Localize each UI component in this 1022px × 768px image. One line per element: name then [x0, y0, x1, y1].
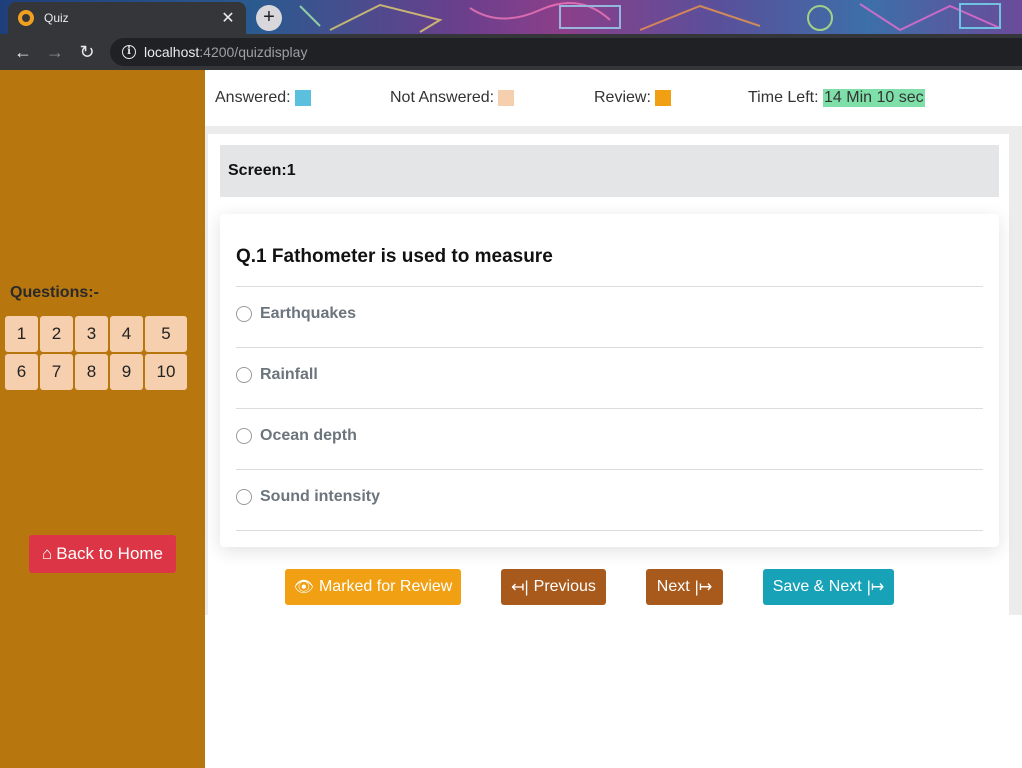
question-card: Q.1 Fathometer is used to measure Earthq…	[220, 214, 999, 547]
previous-label: Previous	[533, 578, 596, 595]
option-label: Earthquakes	[260, 305, 357, 322]
question-button-6[interactable]: 6	[5, 354, 38, 390]
radio-button[interactable]	[236, 489, 252, 505]
quiz-panel: Screen:1 Q.1 Fathometer is used to measu…	[208, 134, 1009, 615]
address-bar[interactable]: i localhost :4200/quizdisplay	[110, 38, 1022, 66]
sidebar: Questions:- 1 2 3 4 5 6 7 8 9 10 ⌂ Back …	[0, 70, 205, 768]
reload-icon[interactable]: ↻	[74, 39, 100, 65]
review-swatch	[654, 90, 671, 106]
divider	[236, 469, 983, 470]
back-to-home-button[interactable]: ⌂ Back to Home	[29, 535, 176, 573]
site-info-icon[interactable]: i	[122, 45, 136, 59]
status-legend: Answered: Not Answered: Review: Time Lef…	[205, 70, 1022, 126]
question-button-9[interactable]: 9	[110, 354, 143, 390]
screen-label: Screen:1	[220, 145, 999, 197]
question-button-2[interactable]: 2	[40, 316, 73, 352]
option-earthquakes[interactable]: Earthquakes	[236, 305, 356, 323]
next-label: Next	[656, 578, 690, 595]
legend-timer: Time Left: 14 Min 10 sec	[748, 89, 925, 107]
radio-button[interactable]	[236, 367, 252, 383]
eye-icon: 👁	[293, 579, 314, 596]
new-tab-button[interactable]: +	[256, 5, 282, 31]
radio-button[interactable]	[236, 428, 252, 444]
forward-arrow-icon[interactable]: →	[42, 39, 68, 65]
url-path: :4200/quizdisplay	[199, 44, 308, 60]
option-label: Ocean depth	[260, 427, 357, 444]
option-label: Rainfall	[260, 366, 318, 383]
option-rainfall[interactable]: Rainfall	[236, 366, 318, 384]
option-sound-intensity[interactable]: Sound intensity	[236, 488, 380, 506]
review-label: Review:	[594, 89, 651, 106]
divider	[236, 408, 983, 409]
question-button-10[interactable]: 10	[145, 354, 187, 390]
browser-tab-strip: Quiz ✕ +	[0, 0, 1022, 34]
quiz-content-area: Screen:1 Q.1 Fathometer is used to measu…	[205, 126, 1022, 615]
option-label: Sound intensity	[260, 488, 380, 505]
back-arrow-icon[interactable]: ←	[10, 39, 36, 65]
quiz-main: Answered: Not Answered: Review: Time Lef…	[205, 70, 1022, 768]
save-and-next-label: Save & Next	[772, 578, 862, 595]
browser-toolbar: ← → ↻ i localhost :4200/quizdisplay	[0, 34, 1022, 70]
marked-for-review-label: Marked for Review	[318, 578, 453, 595]
active-tab[interactable]: Quiz ✕	[8, 2, 246, 34]
back-to-home-label: Back to Home	[56, 544, 164, 563]
not-answered-label: Not Answered:	[390, 89, 495, 106]
arrow-right-bar-icon: |↦	[694, 579, 713, 596]
arrow-left-bar-icon: ↤|	[511, 579, 529, 596]
legend-answered: Answered:	[215, 89, 311, 107]
answered-swatch	[294, 90, 311, 106]
marked-for-review-button[interactable]: 👁 Marked for Review	[285, 569, 461, 605]
url-host: localhost	[144, 44, 200, 60]
arrow-right-bar-icon: |↦	[866, 579, 885, 596]
legend-not-answered: Not Answered:	[390, 89, 515, 107]
tab-title: Quiz	[44, 11, 69, 25]
answered-label: Answered:	[215, 89, 291, 106]
save-and-next-button[interactable]: Save & Next |↦	[763, 569, 894, 605]
time-left-label: Time Left:	[748, 89, 819, 106]
option-ocean-depth[interactable]: Ocean depth	[236, 427, 357, 445]
question-button-7[interactable]: 7	[40, 354, 73, 390]
quiz-favicon-icon	[18, 10, 34, 26]
previous-button[interactable]: ↤| Previous	[501, 569, 606, 605]
tab-close-icon[interactable]: ✕	[220, 8, 236, 28]
divider	[236, 347, 983, 348]
legend-review: Review:	[594, 89, 671, 107]
question-title: Q.1 Fathometer is used to measure	[236, 246, 553, 267]
radio-button[interactable]	[236, 306, 252, 322]
question-button-4[interactable]: 4	[110, 316, 143, 352]
question-button-8[interactable]: 8	[75, 354, 108, 390]
question-button-5[interactable]: 5	[145, 316, 187, 352]
questions-heading: Questions:-	[10, 284, 99, 301]
time-left-value: 14 Min 10 sec	[823, 89, 925, 107]
next-button[interactable]: Next |↦	[646, 569, 723, 605]
question-button-1[interactable]: 1	[5, 316, 38, 352]
divider	[236, 530, 983, 531]
divider	[236, 286, 983, 287]
not-answered-swatch	[498, 90, 515, 106]
question-button-3[interactable]: 3	[75, 316, 108, 352]
home-icon: ⌂	[41, 544, 53, 563]
